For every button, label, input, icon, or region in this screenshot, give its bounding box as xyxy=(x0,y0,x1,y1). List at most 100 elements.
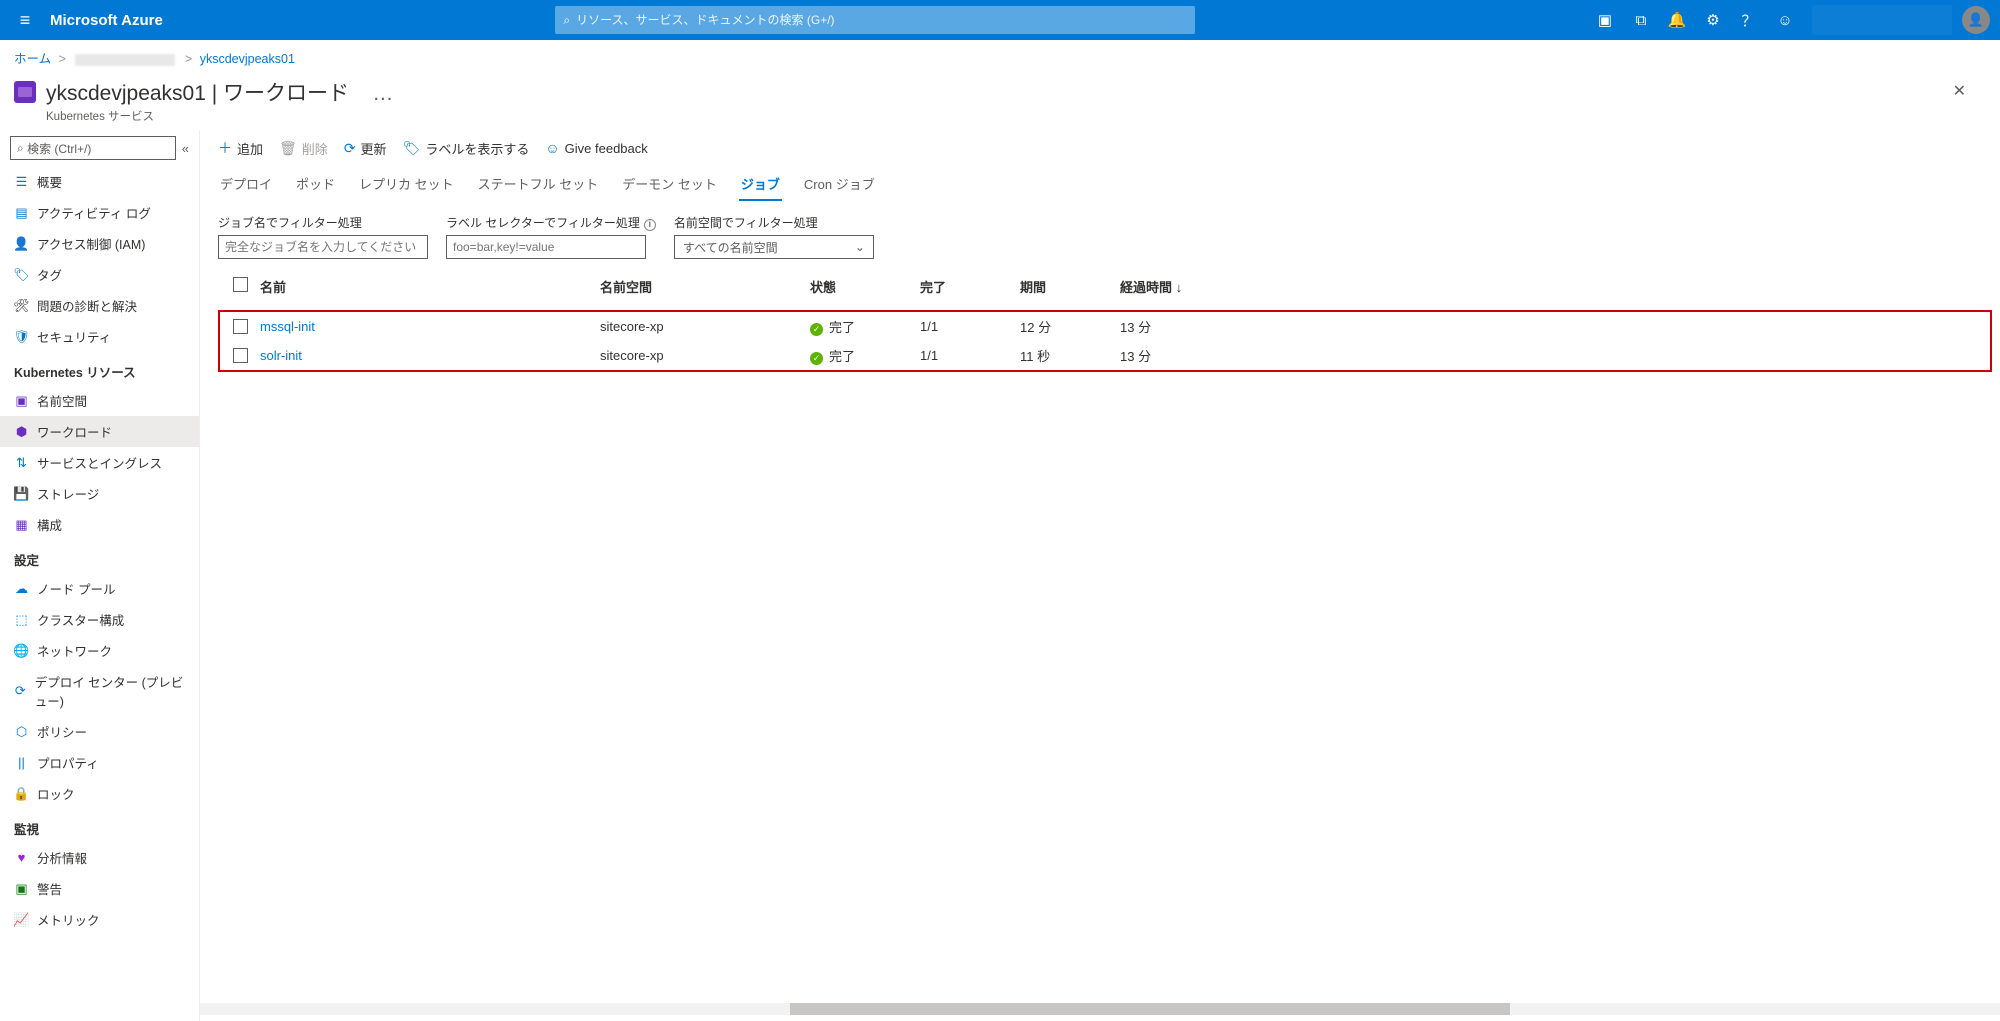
tab-デーモン セット[interactable]: デーモン セット xyxy=(620,168,719,201)
header-elapsed[interactable]: 経過時間 ↓ xyxy=(1120,277,1270,296)
nav-label: 警告 xyxy=(37,879,62,898)
header-duration[interactable]: 期間 xyxy=(1020,277,1120,296)
sidebar-collapse-button[interactable]: « xyxy=(182,141,189,156)
nav-label: デプロイ センター (プレビュー) xyxy=(35,672,185,710)
sidebar-search[interactable]: ⌕ 検索 (Ctrl+/) xyxy=(10,136,176,160)
notifications-icon[interactable]: 🔔 xyxy=(1668,11,1686,29)
nav-label: 構成 xyxy=(37,515,62,534)
top-icons: ▣ ⧉ 🔔 ⚙ ？ ☺ xyxy=(1588,11,1802,29)
nav-section-title: 設定 xyxy=(0,540,199,573)
sidebar-item-アクティビティ ログ[interactable]: ▤アクティビティ ログ xyxy=(0,197,199,228)
filter-jobname-input[interactable] xyxy=(218,235,428,259)
nav-icon: 🛠 xyxy=(14,298,29,313)
info-icon[interactable]: i xyxy=(644,219,656,231)
sidebar-item-プロパティ[interactable]: ||プロパティ xyxy=(0,747,199,778)
global-search-input[interactable] xyxy=(576,13,1187,27)
header-name[interactable]: 名前 xyxy=(260,277,600,296)
nav-icon: ⇅ xyxy=(14,455,29,470)
feedback-button[interactable]: ☺Give feedback xyxy=(545,140,647,156)
sidebar-item-問題の診断と解決[interactable]: 🛠 問題の診断と解決 xyxy=(0,290,199,321)
breadcrumb: ホーム > > ykscdevjpeaks01 xyxy=(0,40,2000,75)
tab-デプロイ[interactable]: デプロイ xyxy=(218,168,274,201)
sidebar-item-ネットワーク[interactable]: 🌐ネットワーク xyxy=(0,635,199,666)
table-row: solr-initsitecore-xp✓完了1/111 秒13 分 xyxy=(220,341,1990,370)
directory-switch-icon[interactable]: ⧉ xyxy=(1632,11,1650,29)
tab-ステートフル セット[interactable]: ステートフル セット xyxy=(476,168,601,201)
header-complete[interactable]: 完了 xyxy=(920,277,1020,296)
refresh-icon: ⟳ xyxy=(344,140,356,157)
select-all-checkbox[interactable] xyxy=(233,277,248,292)
horizontal-scrollbar[interactable] xyxy=(200,1003,2000,1015)
feedback-icon[interactable]: ☺ xyxy=(1776,11,1794,29)
sidebar-item-概要[interactable]: ☰概要 xyxy=(0,166,199,197)
global-search[interactable]: ⌕ xyxy=(555,6,1195,34)
nav-icon: 📈 xyxy=(14,912,29,927)
add-button[interactable]: ＋追加 xyxy=(218,138,263,158)
sidebar-item-デプロイ センター (プレビュー)[interactable]: ⟳デプロイ センター (プレビュー) xyxy=(0,666,199,716)
brand: Microsoft Azure xyxy=(50,12,163,29)
sidebar-search-placeholder: 検索 (Ctrl+/) xyxy=(27,140,91,157)
sidebar-item-ロック[interactable]: 🔒ロック xyxy=(0,778,199,809)
avatar[interactable]: 👤 xyxy=(1962,6,1990,34)
breadcrumb-home[interactable]: ホーム xyxy=(14,52,51,66)
settings-icon[interactable]: ⚙ xyxy=(1704,11,1722,29)
sidebar-item-クラスター構成[interactable]: ⬚クラスター構成 xyxy=(0,604,199,635)
sidebar-item-警告[interactable]: ▣警告 xyxy=(0,873,199,904)
sidebar-item-サービスとイングレス[interactable]: ⇅サービスとイングレス xyxy=(0,447,199,478)
nav-icon: ♥ xyxy=(14,850,29,865)
cell-namespace: sitecore-xp xyxy=(600,348,810,363)
job-name-link[interactable]: solr-init xyxy=(260,348,302,363)
nav-icon: 💾 xyxy=(14,486,29,501)
status-ok-icon: ✓ xyxy=(810,352,823,365)
nav-label: ロック xyxy=(37,784,75,803)
help-icon[interactable]: ？ xyxy=(1740,11,1758,29)
cell-status: ✓完了 xyxy=(810,346,920,365)
filter-namespace-select[interactable]: すべての名前空間 ⌄ xyxy=(674,235,874,259)
nav-section-title: 監視 xyxy=(0,809,199,842)
row-checkbox[interactable] xyxy=(233,319,248,334)
tab-ポッド[interactable]: ポッド xyxy=(294,168,337,201)
header-namespace[interactable]: 名前空間 xyxy=(600,277,810,296)
header-status[interactable]: 状態 xyxy=(810,277,920,296)
close-button[interactable]: ✕ xyxy=(1943,77,1976,105)
cell-duration: 12 分 xyxy=(1020,317,1120,336)
breadcrumb-sep-2: > xyxy=(185,52,192,66)
nav-icon: 🌐 xyxy=(14,643,29,658)
job-name-link[interactable]: mssql-init xyxy=(260,319,315,334)
sidebar-item-アクセス制御 (IAM)[interactable]: 👤アクセス制御 (IAM) xyxy=(0,228,199,259)
show-labels-button[interactable]: 🏷ラベルを表示する xyxy=(403,139,530,158)
nav-icon: ☁ xyxy=(14,581,29,596)
nav-icon: ⬚ xyxy=(14,612,29,627)
sidebar-scroll[interactable]: ☰概要▤アクティビティ ログ👤アクセス制御 (IAM)🏷タグ 🛠 問題の診断と解決 🛡… xyxy=(0,166,199,1021)
sidebar-item-構成[interactable]: ▦ 構成 xyxy=(0,509,199,540)
cloud-shell-icon[interactable]: ▣ xyxy=(1596,11,1614,29)
table-row: mssql-initsitecore-xp✓完了1/112 分13 分 xyxy=(220,312,1990,341)
tab-Cron ジョブ[interactable]: Cron ジョブ xyxy=(802,168,877,201)
sidebar: ⌕ 検索 (Ctrl+/) « ☰概要▤アクティビティ ログ👤アクセス制御 (I… xyxy=(0,130,200,1021)
page-title-more[interactable]: … xyxy=(372,82,393,105)
table-headers: 名前 名前空間 状態 完了 期間 経過時間 ↓ xyxy=(210,267,2000,300)
nav-icon: 🏷 xyxy=(14,267,29,282)
sidebar-item-セキュリティ[interactable]: 🛡セキュリティ xyxy=(0,321,199,352)
cell-namespace: sitecore-xp xyxy=(600,319,810,334)
user-info[interactable] xyxy=(1812,5,1952,35)
nav-label: 問題の診断と解決 xyxy=(37,296,137,315)
sidebar-item-ノード プール[interactable]: ☁ノード プール xyxy=(0,573,199,604)
sidebar-item-ストレージ[interactable]: 💾ストレージ xyxy=(0,478,199,509)
sidebar-item-名前空間[interactable]: ▣名前空間 xyxy=(0,385,199,416)
nav-icon: ▦ xyxy=(14,517,29,532)
row-checkbox[interactable] xyxy=(233,348,248,363)
tab-ジョブ[interactable]: ジョブ xyxy=(739,168,782,201)
sidebar-item-ポリシー[interactable]: ⬡ポリシー xyxy=(0,716,199,747)
sidebar-item-タグ[interactable]: 🏷タグ xyxy=(0,259,199,290)
sidebar-item-ワークロード[interactable]: ⬢ワークロード xyxy=(0,416,199,447)
page-title: ykscdevjpeaks01 | ワークロード … xyxy=(46,77,1943,107)
refresh-button[interactable]: ⟳更新 xyxy=(344,139,387,158)
filter-labelselector-input[interactable] xyxy=(446,235,646,259)
sidebar-item-メトリック[interactable]: 📈メトリック xyxy=(0,904,199,935)
breadcrumb-resource[interactable]: ykscdevjpeaks01 xyxy=(200,52,295,66)
tab-レプリカ セット[interactable]: レプリカ セット xyxy=(357,168,456,201)
filter-labelselector-label: ラベル セレクターでフィルター処理i xyxy=(446,214,656,231)
hamburger-menu[interactable]: ≡ xyxy=(10,10,40,31)
sidebar-item-分析情報[interactable]: ♥分析情報 xyxy=(0,842,199,873)
